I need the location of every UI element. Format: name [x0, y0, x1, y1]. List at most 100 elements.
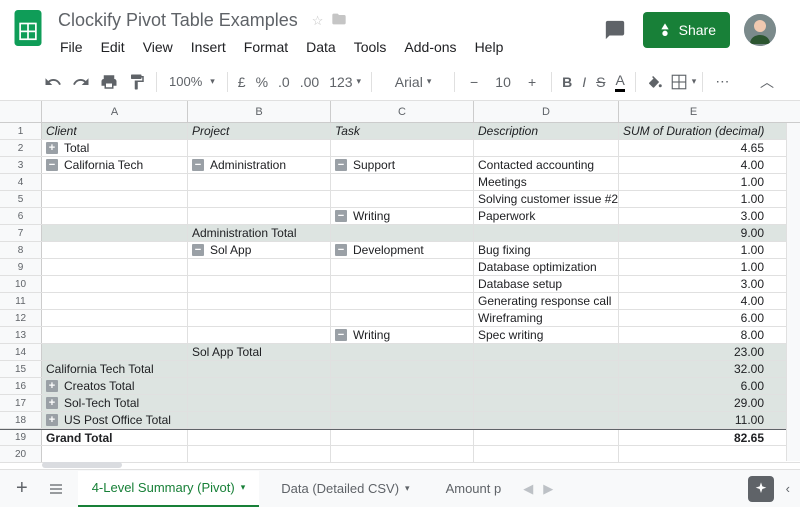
- row-20[interactable]: 20: [0, 446, 800, 463]
- font-size-increase[interactable]: +: [519, 69, 545, 95]
- menu-addons[interactable]: Add-ons: [396, 35, 464, 59]
- row-header[interactable]: 20: [0, 446, 42, 462]
- column-header-C[interactable]: C: [331, 101, 474, 122]
- row-header[interactable]: 1: [0, 123, 42, 139]
- cell[interactable]: [331, 140, 474, 156]
- star-icon[interactable]: ☆: [312, 13, 324, 29]
- column-header-B[interactable]: B: [188, 101, 331, 122]
- cell[interactable]: [331, 259, 474, 275]
- row-15[interactable]: 15California Tech Total 32.00: [0, 361, 800, 378]
- row-7[interactable]: 7Administration Total9.00: [0, 225, 800, 242]
- cell[interactable]: [188, 259, 331, 275]
- menu-data[interactable]: Data: [298, 35, 344, 59]
- pivot-toggle-icon[interactable]: [46, 380, 58, 392]
- cell[interactable]: [42, 344, 188, 360]
- menu-view[interactable]: View: [135, 35, 181, 59]
- cell[interactable]: [42, 446, 188, 462]
- cell[interactable]: [331, 225, 474, 241]
- cell[interactable]: 1.00: [619, 242, 768, 258]
- cell[interactable]: 1.00: [619, 259, 768, 275]
- cell[interactable]: 6.00: [619, 310, 768, 326]
- cell[interactable]: Writing: [331, 327, 474, 343]
- cell[interactable]: [188, 208, 331, 224]
- cell[interactable]: Database setup: [474, 276, 619, 292]
- cell[interactable]: Project: [188, 123, 331, 139]
- cell[interactable]: 9.00: [619, 225, 768, 241]
- cell[interactable]: [188, 174, 331, 190]
- cell[interactable]: Wireframing: [474, 310, 619, 326]
- row-header[interactable]: 5: [0, 191, 42, 207]
- cell[interactable]: Solving customer issue #2121: [474, 191, 619, 207]
- cell[interactable]: 3.00: [619, 208, 768, 224]
- cell[interactable]: Spec writing: [474, 327, 619, 343]
- cell[interactable]: 6.00: [619, 378, 768, 394]
- cell[interactable]: 32.00: [619, 361, 768, 377]
- cell[interactable]: 1.00: [619, 191, 768, 207]
- cell[interactable]: [331, 446, 474, 462]
- row-header[interactable]: 13: [0, 327, 42, 343]
- text-color-button[interactable]: A: [611, 69, 628, 95]
- row-17[interactable]: 17Sol-Tech Total29.00: [0, 395, 800, 412]
- cell[interactable]: Administration: [188, 157, 331, 173]
- cell[interactable]: SUM of Duration (decimal): [619, 123, 768, 139]
- cell[interactable]: [474, 140, 619, 156]
- cell[interactable]: [42, 293, 188, 309]
- strike-button[interactable]: S: [592, 69, 609, 95]
- row-header[interactable]: 15: [0, 361, 42, 377]
- comments-button[interactable]: [601, 16, 629, 44]
- cell[interactable]: [188, 395, 331, 411]
- row-11[interactable]: 11Generating response call4.00: [0, 293, 800, 310]
- redo-button[interactable]: [68, 69, 94, 95]
- cell[interactable]: [331, 412, 474, 428]
- cell[interactable]: [331, 361, 474, 377]
- cell[interactable]: Sol App Total: [188, 344, 331, 360]
- account-avatar[interactable]: [744, 14, 776, 46]
- select-all-corner[interactable]: [0, 101, 42, 122]
- row-header[interactable]: 19: [0, 430, 42, 445]
- row-4[interactable]: 4Meetings1.00: [0, 174, 800, 191]
- pivot-toggle-icon[interactable]: [46, 414, 58, 426]
- cell[interactable]: Support: [331, 157, 474, 173]
- row-header[interactable]: 9: [0, 259, 42, 275]
- share-button[interactable]: Share: [643, 12, 730, 48]
- row-18[interactable]: 18US Post Office Total11.00: [0, 412, 800, 429]
- column-header-A[interactable]: A: [42, 101, 188, 122]
- cell[interactable]: 4.00: [619, 157, 768, 173]
- row-header[interactable]: 18: [0, 412, 42, 428]
- tab-scroll-right[interactable]: ▶: [543, 481, 553, 497]
- cell[interactable]: [188, 361, 331, 377]
- cell[interactable]: [188, 293, 331, 309]
- cell[interactable]: California Tech Total: [42, 361, 188, 377]
- cell[interactable]: Generating response call: [474, 293, 619, 309]
- tab-active[interactable]: 4-Level Summary (Pivot)▾: [78, 471, 260, 507]
- cell[interactable]: Bug fixing: [474, 242, 619, 258]
- cell[interactable]: Paperwork: [474, 208, 619, 224]
- cell[interactable]: [42, 174, 188, 190]
- grid[interactable]: 1ClientProjectTaskDescriptionSUM of Dura…: [0, 123, 800, 463]
- row-3[interactable]: 3California TechAdministrationSupportCon…: [0, 157, 800, 174]
- row-header[interactable]: 2: [0, 140, 42, 156]
- cell[interactable]: [474, 446, 619, 462]
- italic-button[interactable]: I: [578, 69, 590, 95]
- cell[interactable]: Grand Total: [42, 430, 188, 445]
- row-6[interactable]: 6WritingPaperwork3.00: [0, 208, 800, 225]
- cell[interactable]: [188, 327, 331, 343]
- cell[interactable]: Creatos Total: [42, 378, 188, 394]
- menu-insert[interactable]: Insert: [183, 35, 234, 59]
- more-formats-button[interactable]: 123: [325, 69, 365, 95]
- pivot-toggle-icon[interactable]: [335, 244, 347, 256]
- cell[interactable]: Client: [42, 123, 188, 139]
- cell[interactable]: [331, 310, 474, 326]
- paint-format-button[interactable]: [124, 69, 150, 95]
- cell[interactable]: [331, 174, 474, 190]
- font-size-decrease[interactable]: −: [461, 69, 487, 95]
- cell[interactable]: 3.00: [619, 276, 768, 292]
- row-header[interactable]: 12: [0, 310, 42, 326]
- font-select[interactable]: Arial: [378, 69, 448, 95]
- cell[interactable]: [619, 446, 768, 462]
- row-19[interactable]: 19Grand Total82.65: [0, 429, 800, 446]
- cell[interactable]: [42, 327, 188, 343]
- row-12[interactable]: 12 Wireframing6.00: [0, 310, 800, 327]
- row-header[interactable]: 4: [0, 174, 42, 190]
- cell[interactable]: [42, 208, 188, 224]
